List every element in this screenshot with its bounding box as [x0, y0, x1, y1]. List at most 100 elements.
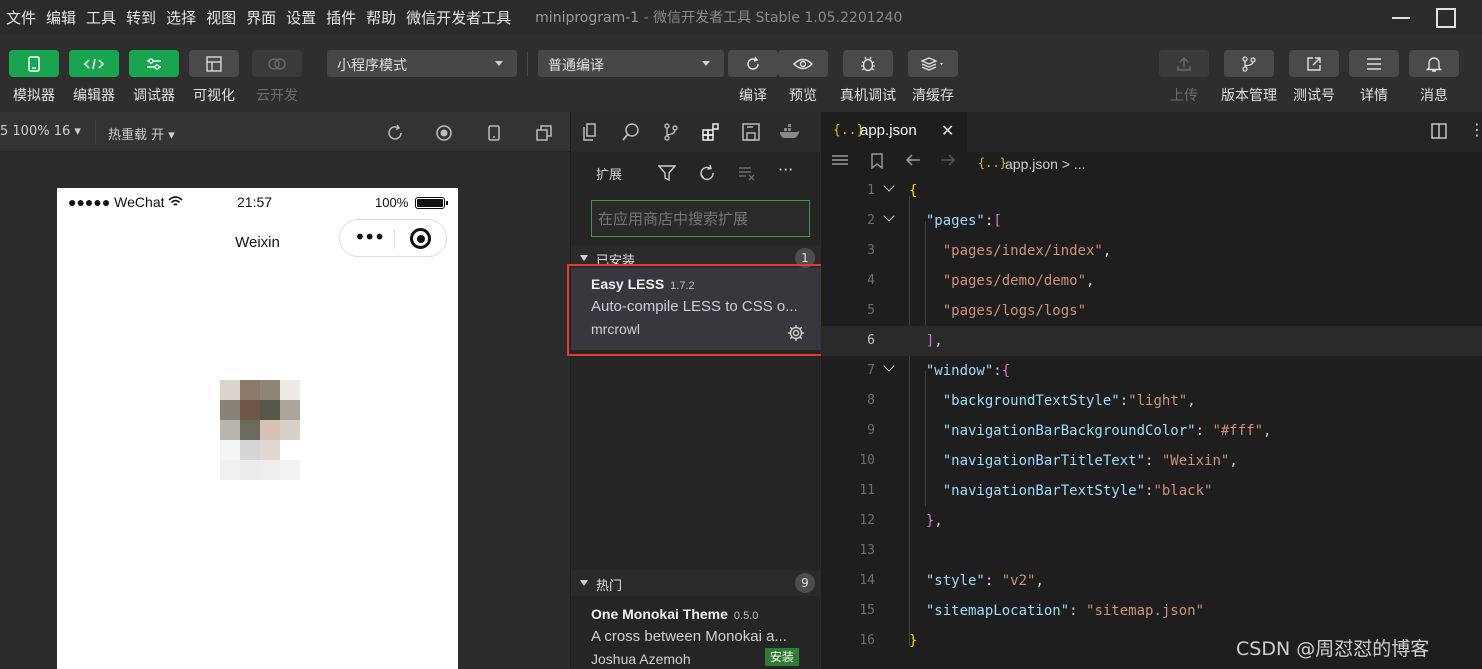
device-zoom-select[interactable]: 5 100% 16 ▾ [0, 124, 81, 139]
stop-icon[interactable] [435, 124, 453, 142]
code-text: "window":{ [925, 363, 1011, 379]
arrow-right-icon[interactable] [939, 152, 957, 172]
arrow-left-icon[interactable] [904, 152, 922, 172]
bookmark-icon[interactable] [870, 153, 884, 173]
docker-icon[interactable] [779, 122, 800, 142]
code-text: "pages":[ [925, 213, 1002, 229]
menu-edit[interactable]: 编辑 [46, 7, 76, 28]
extensions-icon[interactable] [701, 122, 721, 142]
fold-icon[interactable] [883, 212, 897, 226]
line-number: 1 [867, 183, 875, 198]
split-editor-icon[interactable] [1431, 123, 1447, 143]
extension-name: One Monokai Theme 0.5.0 [591, 606, 758, 622]
code-text: "sitemapLocation": "sitemap.json" [925, 603, 1205, 619]
close-icon[interactable]: ✕ [941, 121, 954, 140]
extension-item[interactable]: Easy LESS 1.7.2 Auto-compile LESS to CSS … [567, 264, 823, 356]
code-line: 10 "navigationBarTitleText": "Weixin", [821, 446, 1482, 476]
save-icon[interactable] [741, 122, 761, 142]
more-icon[interactable]: ··· [778, 160, 796, 179]
upload-button[interactable]: 上传 [1154, 50, 1214, 105]
minimize-icon[interactable] [1390, 4, 1416, 30]
debugger-button[interactable]: 调试器 [124, 50, 184, 105]
source-control-icon[interactable] [661, 122, 681, 142]
clear-cache-label: 清缓存 [912, 88, 954, 104]
more-dots-icon[interactable]: ••• [354, 227, 385, 247]
details-label: 详情 [1360, 88, 1388, 104]
menu-interface[interactable]: 界面 [246, 7, 276, 28]
extension-title: Easy LESS [591, 276, 665, 292]
breadcrumb-file[interactable]: app.json > ... [1005, 156, 1086, 172]
extension-search-input[interactable] [591, 200, 810, 237]
cloud-button[interactable]: 云开发 [247, 50, 307, 105]
test-id-button[interactable]: 测试号 [1284, 50, 1344, 105]
code-line: 4 "pages/demo/demo", [821, 266, 1482, 296]
breadcrumb: {..} app.json > ... [821, 152, 1482, 178]
close-miniprogram-icon[interactable] [410, 228, 431, 249]
refresh-icon [728, 50, 778, 77]
fold-icon[interactable] [883, 362, 897, 376]
more-icon[interactable]: ⋮ [1469, 120, 1482, 139]
filter-icon[interactable] [657, 164, 677, 182]
mode-select-value: 小程序模式 [337, 58, 407, 74]
detach-window-icon[interactable] [535, 124, 553, 142]
preview-button[interactable]: 预览 [773, 50, 833, 105]
line-number: 8 [867, 393, 875, 408]
messages-button[interactable]: 消息 [1404, 50, 1464, 105]
menu-select[interactable]: 选择 [166, 7, 196, 28]
capsule-divider [394, 229, 395, 249]
code-text: } [909, 633, 918, 649]
menu-file[interactable]: 文件 [6, 7, 36, 28]
installed-label: 已安装 [596, 254, 636, 269]
refresh-icon[interactable] [386, 124, 404, 142]
mode-select[interactable]: 小程序模式 [327, 50, 517, 77]
compile-select[interactable]: 普通编译 [538, 50, 724, 77]
extension-author: Joshua Azemoh [591, 651, 691, 667]
capsule-menu[interactable]: ••• [339, 219, 447, 257]
remote-debug-label: 真机调试 [840, 88, 896, 104]
code-text: "navigationBarBackgroundColor": "#fff", [942, 423, 1272, 439]
phone-status-bar: ●●●●● WeChat 21:57 100% [57, 193, 458, 213]
fold-icon[interactable] [883, 182, 897, 196]
phone-screen[interactable]: ●●●●● WeChat 21:57 100% Weixin ••• [57, 188, 458, 669]
maximize-icon[interactable] [1434, 4, 1460, 30]
menu-plugins[interactable]: 插件 [326, 7, 356, 28]
tab-label: app.json [860, 122, 917, 139]
search-icon[interactable] [621, 122, 641, 142]
gear-icon[interactable] [787, 324, 805, 342]
list-icon[interactable] [831, 153, 849, 173]
editor-button[interactable]: 编辑器 [64, 50, 124, 105]
extension-item[interactable]: One Monokai Theme 0.5.0 A cross between M… [571, 598, 821, 669]
title-bar: 文件 编辑 工具 转到 选择 视图 界面 设置 插件 帮助 微信开发者工具 mi… [0, 0, 1482, 34]
simulator-button[interactable]: 模拟器 [4, 50, 64, 105]
menu-settings[interactable]: 设置 [286, 7, 316, 28]
debugger-label: 调试器 [133, 88, 175, 104]
clear-cache-button[interactable]: 清缓存 [903, 50, 963, 105]
clear-list-icon[interactable] [738, 164, 756, 182]
code-line: 9 "navigationBarBackgroundColor": "#fff"… [821, 416, 1482, 446]
hot-reload-toggle[interactable]: 热重载 开 ▾ [108, 124, 175, 143]
chevron-down-icon [702, 61, 710, 66]
menu-view[interactable]: 视图 [206, 7, 236, 28]
popular-section-header[interactable]: 热门 9 [571, 570, 821, 596]
visual-button[interactable]: 可视化 [184, 50, 244, 105]
extension-description: A cross between Monokai a... [591, 628, 787, 645]
line-number: 16 [859, 633, 875, 648]
line-number: 12 [859, 513, 875, 528]
menu-tools[interactable]: 工具 [86, 7, 116, 28]
remote-debug-button[interactable]: 真机调试 [838, 50, 898, 105]
details-button[interactable]: 详情 [1344, 50, 1404, 105]
phone-icon[interactable] [485, 124, 503, 142]
refresh-icon[interactable] [698, 164, 716, 182]
code-area[interactable]: 1{ 2 "pages":[ 3 "pages/index/index", 4 … [821, 176, 1482, 656]
code-line: 12 }, [821, 506, 1482, 536]
files-icon[interactable] [581, 122, 601, 142]
tab-app-json[interactable]: {..} app.json ✕ [821, 112, 967, 152]
menu-devtools[interactable]: 微信开发者工具 [406, 7, 511, 28]
version-button[interactable]: 版本管理 [1219, 50, 1279, 105]
menu-goto[interactable]: 转到 [126, 7, 156, 28]
external-link-icon [1289, 50, 1339, 77]
extension-version: 1.7.2 [670, 280, 695, 292]
install-button[interactable]: 安装 [765, 648, 800, 666]
menu-help[interactable]: 帮助 [366, 7, 396, 28]
app-version: - 微信开发者工具 Stable 1.05.2201240 [643, 10, 903, 26]
